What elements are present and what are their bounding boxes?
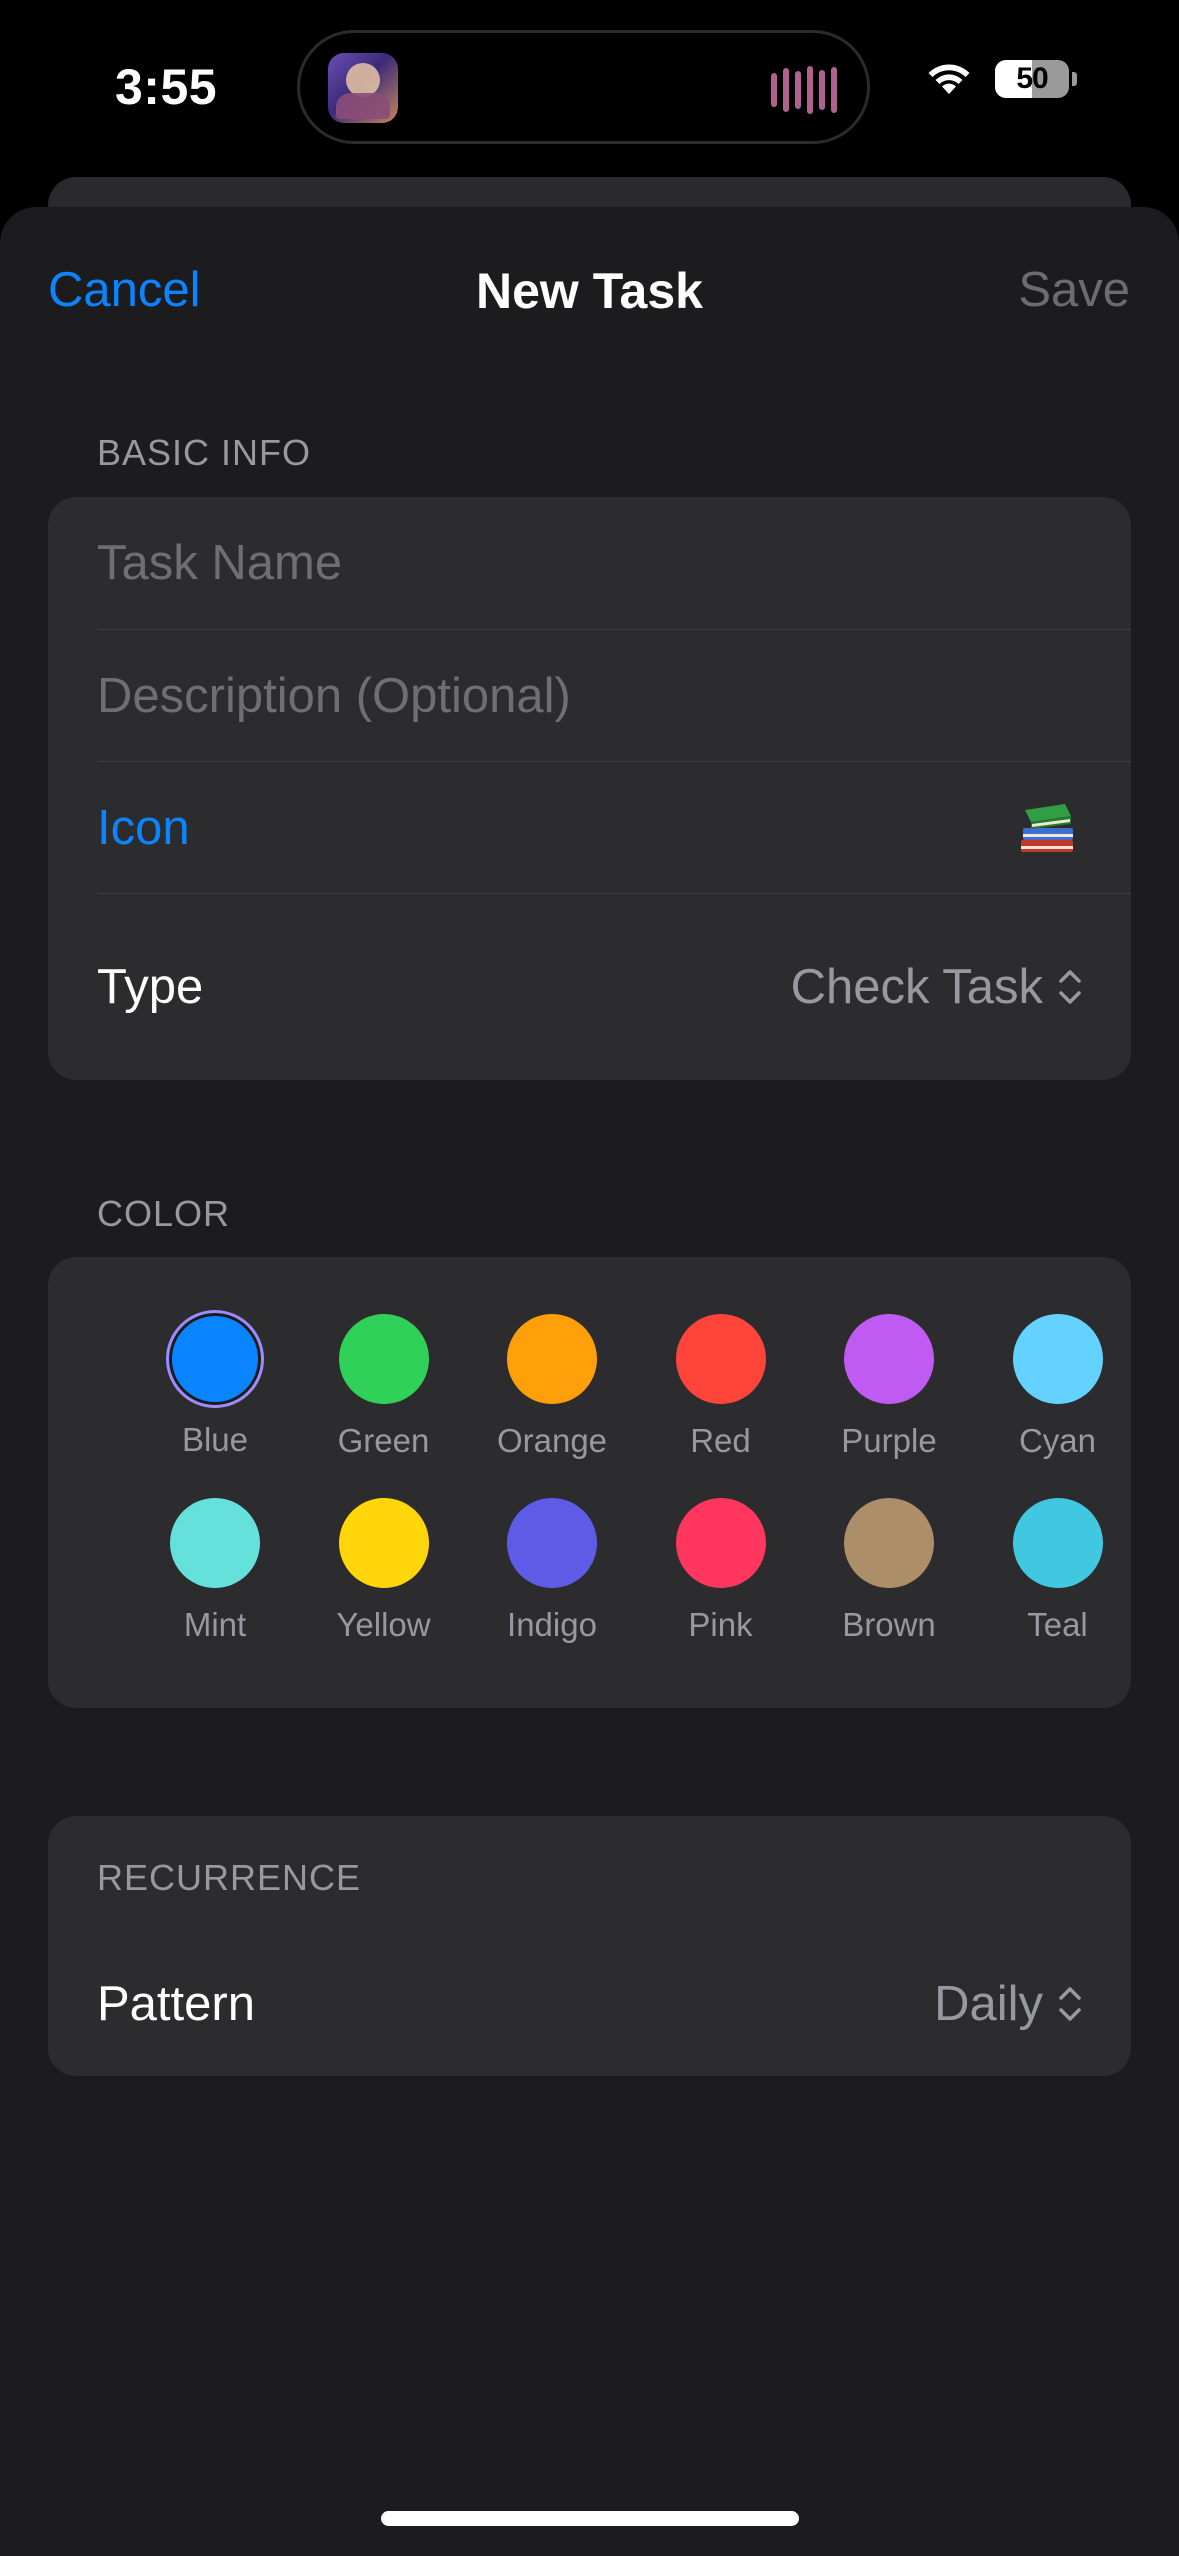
color-option-pink[interactable]: Pink bbox=[636, 1498, 806, 1668]
battery-icon: 50 bbox=[995, 60, 1077, 98]
chevron-up-down-icon bbox=[1059, 970, 1081, 1004]
color-swatch bbox=[507, 1314, 597, 1404]
color-option-blue[interactable]: Blue bbox=[130, 1313, 300, 1484]
color-option-teal[interactable]: Teal bbox=[973, 1498, 1132, 1668]
wifi-icon bbox=[928, 64, 970, 94]
color-swatch-label: Brown bbox=[842, 1606, 936, 1643]
books-icon bbox=[1021, 803, 1073, 852]
color-swatch bbox=[1012, 1498, 1103, 1588]
color-option-mint[interactable]: Mint bbox=[130, 1498, 300, 1668]
color-swatch bbox=[170, 1498, 260, 1588]
pattern-label: Pattern bbox=[97, 1977, 255, 2031]
cancel-button[interactable]: Cancel bbox=[48, 262, 201, 318]
save-button[interactable]: Save bbox=[1018, 262, 1130, 318]
color-group: Blue Green Orange Red Purple Cyan Mint Yellow In… bbox=[48, 1257, 1131, 1708]
color-swatch-label: Red bbox=[690, 1422, 751, 1459]
color-swatch bbox=[338, 1314, 429, 1404]
audio-waveform-icon bbox=[771, 65, 837, 115]
recurrence-header: RECURRENCE bbox=[97, 1857, 362, 1898]
recurrence-group: RECURRENCE Pattern Daily bbox=[48, 1816, 1131, 2076]
color-swatch-label: Cyan bbox=[1018, 1422, 1097, 1459]
status-bar: 3:55 50 bbox=[0, 0, 1179, 175]
color-header: COLOR bbox=[97, 1193, 231, 1234]
task-name-input[interactable] bbox=[97, 497, 1131, 629]
battery-percentage: 50 bbox=[1016, 62, 1048, 95]
color-swatch bbox=[675, 1498, 766, 1588]
color-swatch-label: Teal bbox=[1027, 1606, 1088, 1643]
color-swatch-label: Blue bbox=[181, 1421, 249, 1458]
color-swatch bbox=[169, 1313, 261, 1405]
color-swatch bbox=[1012, 1314, 1103, 1404]
color-option-orange[interactable]: Orange bbox=[467, 1314, 637, 1484]
color-swatch-label: Mint bbox=[183, 1606, 247, 1643]
color-swatch bbox=[507, 1498, 597, 1588]
color-swatch-label: Indigo bbox=[507, 1606, 597, 1643]
pattern-picker[interactable]: Daily bbox=[934, 1976, 1131, 2032]
color-swatch-label: Yellow bbox=[336, 1606, 431, 1643]
color-option-purple[interactable]: Purple bbox=[804, 1314, 974, 1484]
color-swatch bbox=[338, 1498, 429, 1588]
icon-label: Icon bbox=[97, 800, 190, 855]
basic-info-header: BASIC INFO bbox=[97, 432, 312, 473]
color-swatch-label: Green bbox=[337, 1422, 430, 1459]
color-swatch bbox=[675, 1314, 766, 1404]
home-indicator[interactable] bbox=[381, 2511, 799, 2526]
type-value: Check Task bbox=[790, 960, 1043, 1014]
color-option-red[interactable]: Red bbox=[636, 1314, 806, 1484]
color-option-green[interactable]: Green bbox=[299, 1314, 469, 1484]
color-swatch-label: Pink bbox=[688, 1606, 753, 1643]
color-option-indigo[interactable]: Indigo bbox=[467, 1498, 637, 1668]
pattern-row[interactable]: Pattern Daily bbox=[97, 1932, 1131, 2076]
type-label: Type bbox=[97, 960, 204, 1014]
icon-row[interactable]: Icon bbox=[97, 762, 1131, 893]
status-indicators: 50 bbox=[925, 60, 1077, 98]
description-row bbox=[97, 630, 1131, 761]
battery-cap bbox=[1072, 72, 1077, 86]
album-art-icon bbox=[328, 53, 398, 123]
type-row[interactable]: Type Check Task bbox=[97, 894, 1131, 1080]
color-swatch-label: Orange bbox=[496, 1422, 608, 1459]
dynamic-island[interactable] bbox=[297, 30, 870, 144]
color-option-cyan[interactable]: Cyan bbox=[973, 1314, 1132, 1484]
basic-info-group: Icon Type Check Task bbox=[48, 497, 1131, 1080]
color-swatch bbox=[844, 1314, 934, 1404]
description-input[interactable] bbox=[97, 630, 1131, 761]
color-swatch bbox=[844, 1498, 934, 1588]
color-option-brown[interactable]: Brown bbox=[804, 1498, 974, 1668]
chevron-up-down-icon bbox=[1059, 1987, 1081, 2021]
task-name-row bbox=[97, 497, 1131, 629]
color-swatch-label: Purple bbox=[841, 1422, 937, 1459]
status-time: 3:55 bbox=[115, 59, 218, 115]
type-picker[interactable]: Check Task bbox=[791, 959, 1131, 1015]
pattern-value: Daily bbox=[934, 1977, 1043, 2031]
color-option-yellow[interactable]: Yellow bbox=[299, 1498, 469, 1668]
